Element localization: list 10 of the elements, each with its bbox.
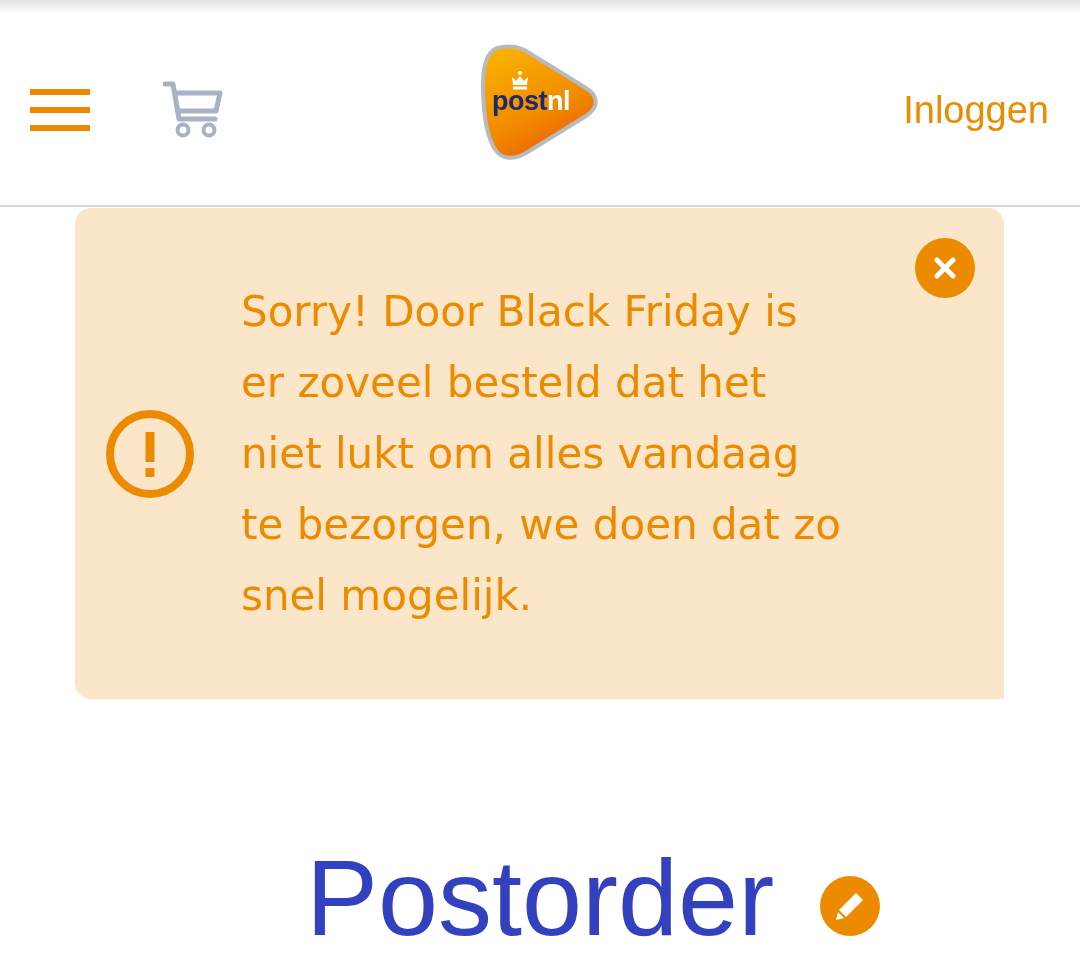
logo-text: postnl — [492, 88, 570, 115]
alert-message: Sorry! Door Black Friday is er zoveel besteld dat het niet lukt om alles vandaag te bezorgen, we doen dat zo snel mogelijk. — [241, 286, 842, 622]
crown-icon — [510, 71, 530, 90]
page-title: Postorder — [305, 844, 775, 952]
warning-icon — [105, 408, 195, 499]
close-icon — [934, 257, 956, 279]
menu-icon[interactable] — [30, 88, 90, 131]
logo[interactable]: postnl — [480, 44, 600, 161]
cart-icon[interactable] — [163, 81, 223, 138]
close-button[interactable] — [915, 238, 975, 298]
